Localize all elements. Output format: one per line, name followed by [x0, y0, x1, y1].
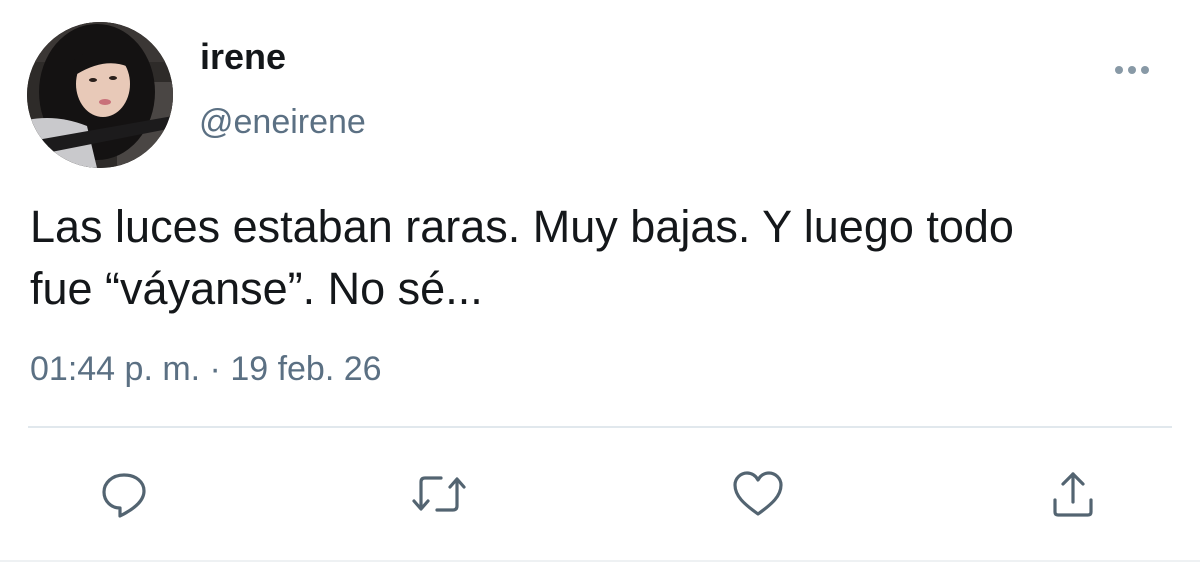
tweet-text: Las luces estaban raras. Muy bajas. Y lu…: [30, 201, 1014, 314]
ellipsis-icon: [1115, 66, 1149, 74]
reply-button[interactable]: [96, 466, 152, 522]
share-upload-icon: [1053, 472, 1093, 517]
display-name[interactable]: irene: [200, 36, 286, 78]
tweet-card: irene @eneirene Las luces estaban raras.…: [0, 0, 1200, 578]
bottom-divider: [0, 560, 1200, 562]
avatar-photo: [27, 22, 173, 168]
retweet-icon: [412, 476, 466, 512]
avatar[interactable]: [27, 22, 173, 168]
divider: [28, 426, 1172, 428]
tweet-timestamp[interactable]: 01:44 p. m. · 19 feb. 26: [30, 348, 382, 390]
more-options-button[interactable]: [1110, 52, 1154, 88]
user-handle[interactable]: @eneirene: [199, 101, 366, 143]
heart-icon: [733, 471, 783, 516]
speech-bubble-icon: [102, 473, 146, 518]
retweet-button[interactable]: [411, 466, 467, 522]
like-button[interactable]: [730, 466, 786, 522]
share-button[interactable]: [1045, 466, 1101, 522]
